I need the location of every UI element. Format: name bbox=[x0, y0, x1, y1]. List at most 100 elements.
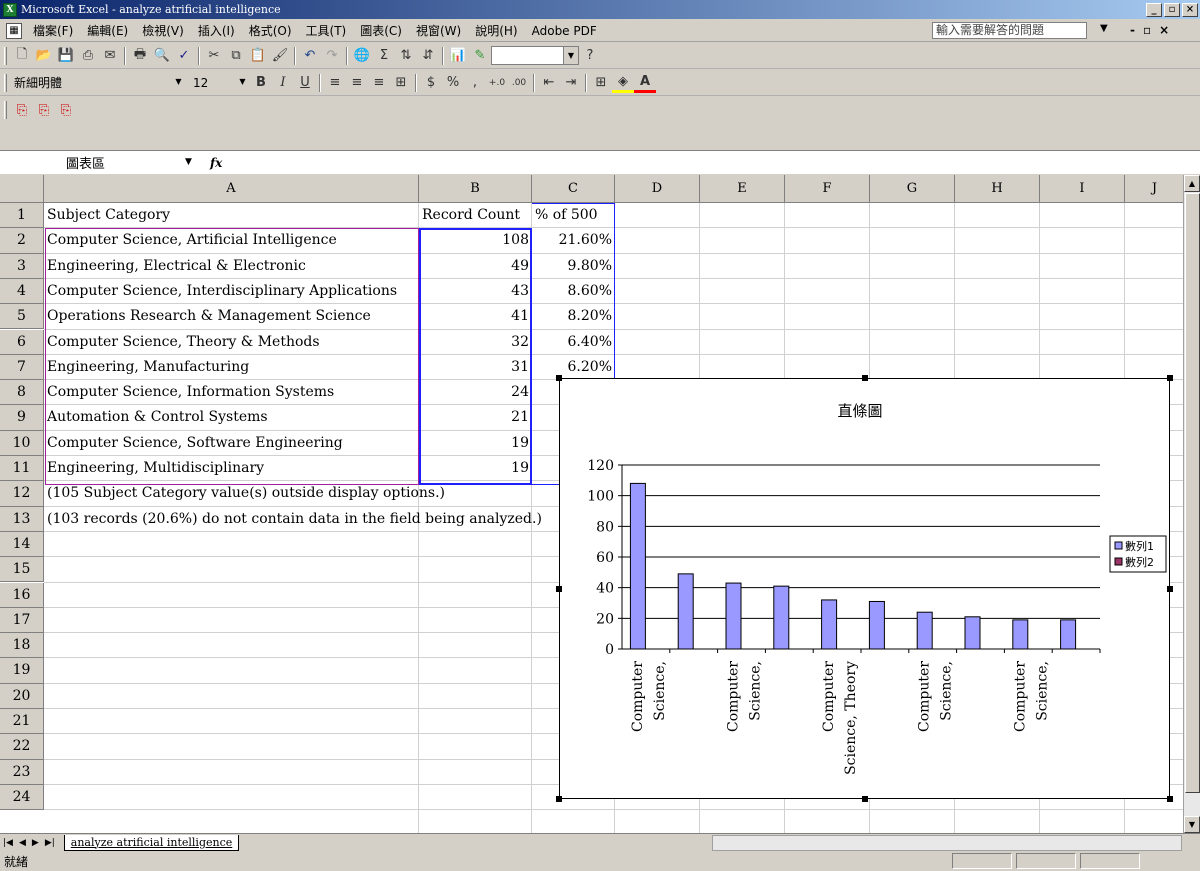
scroll-up-icon[interactable]: ▲ bbox=[1184, 175, 1200, 192]
cut-icon[interactable]: ✂ bbox=[203, 46, 225, 66]
menu-edit[interactable]: 編輯(E) bbox=[80, 22, 135, 39]
name-box-dropdown-icon[interactable]: ▼ bbox=[185, 157, 192, 167]
copy-icon[interactable]: ⧉ bbox=[225, 46, 247, 66]
percent-button[interactable]: % bbox=[442, 73, 464, 93]
undo-icon[interactable]: ↶ bbox=[299, 46, 321, 66]
help-icon[interactable]: ? bbox=[579, 46, 601, 66]
chart-handle-tl[interactable] bbox=[556, 375, 562, 381]
doc-minimize-button[interactable]: - bbox=[1130, 23, 1135, 37]
convert-pdf-review-icon[interactable]: ⎘ bbox=[55, 100, 77, 120]
workbook-icon[interactable]: ▦ bbox=[6, 22, 22, 39]
row-header-8[interactable]: 8 bbox=[0, 380, 44, 406]
row-header-15[interactable]: 15 bbox=[0, 557, 44, 583]
redo-icon[interactable]: ↷ bbox=[321, 46, 343, 66]
chart-handle-ml[interactable] bbox=[556, 586, 562, 592]
row-header-10[interactable]: 10 bbox=[0, 430, 44, 456]
name-box[interactable]: 圖表區 ▼ bbox=[0, 151, 200, 174]
sort-descending-icon[interactable]: ⇵ bbox=[417, 46, 439, 66]
menu-help[interactable]: 說明(H) bbox=[468, 22, 524, 39]
row-header-5[interactable]: 5 bbox=[0, 304, 44, 330]
first-sheet-icon[interactable]: |◀ bbox=[0, 838, 16, 848]
horizontal-scrollbar[interactable] bbox=[712, 835, 1182, 851]
fill-color-icon[interactable]: ◈ bbox=[612, 73, 634, 93]
paste-icon[interactable]: 📋 bbox=[247, 46, 269, 66]
menu-format[interactable]: 格式(O) bbox=[242, 22, 299, 39]
chart-handle-br[interactable] bbox=[1167, 796, 1173, 802]
convert-pdf-icon[interactable]: ⎘ bbox=[11, 100, 33, 120]
chart-handle-tr[interactable] bbox=[1167, 375, 1173, 381]
row-header-4[interactable]: 4 bbox=[0, 278, 44, 305]
menu-window[interactable]: 視窗(W) bbox=[409, 22, 468, 39]
column-header-g[interactable]: G bbox=[870, 175, 955, 203]
minimize-button[interactable]: _ bbox=[1146, 2, 1162, 17]
menu-insert[interactable]: 插入(I) bbox=[191, 22, 242, 39]
zoom-combo[interactable]: ▼ bbox=[491, 46, 579, 65]
borders-icon[interactable]: ⊞ bbox=[590, 73, 612, 93]
cell-a12[interactable]: (105 Subject Category value(s) outside d… bbox=[44, 481, 445, 506]
prev-sheet-icon[interactable]: ◀ bbox=[16, 838, 29, 848]
row-header-13[interactable]: 13 bbox=[0, 506, 44, 532]
insert-function-icon[interactable]: fx bbox=[210, 156, 222, 170]
row-header-22[interactable]: 22 bbox=[0, 734, 44, 760]
row-header-23[interactable]: 23 bbox=[0, 759, 44, 785]
row-header-9[interactable]: 9 bbox=[0, 405, 44, 431]
chart-handle-bl[interactable] bbox=[556, 796, 562, 802]
underline-button[interactable]: U bbox=[294, 73, 316, 93]
chart-handle-mr[interactable] bbox=[1167, 586, 1173, 592]
cell-a1[interactable]: Subject Category bbox=[44, 203, 419, 228]
autosum-icon[interactable]: Σ bbox=[373, 46, 395, 66]
permission-icon[interactable]: ⎙ bbox=[77, 46, 99, 66]
font-color-icon[interactable]: A bbox=[634, 73, 656, 93]
merge-center-icon[interactable]: ⊞ bbox=[390, 73, 412, 93]
comma-button[interactable]: , bbox=[464, 73, 486, 93]
open-icon[interactable]: 📂 bbox=[33, 46, 55, 66]
drawing-icon[interactable]: ✎ bbox=[469, 46, 491, 66]
font-size-combo[interactable]: 12 ▼ bbox=[190, 73, 250, 92]
decrease-decimal-icon[interactable]: .00 bbox=[508, 73, 530, 93]
cell-b1[interactable]: Record Count bbox=[419, 203, 532, 228]
font-name-combo[interactable]: 新細明體 ▼ bbox=[11, 73, 186, 92]
menu-adobe-pdf[interactable]: Adobe PDF bbox=[525, 24, 604, 38]
row-header-7[interactable]: 7 bbox=[0, 354, 44, 381]
help-search-input[interactable]: 輸入需要解答的問題 bbox=[932, 22, 1087, 39]
new-icon[interactable]: 🗋 bbox=[11, 46, 33, 66]
close-button[interactable]: × bbox=[1182, 2, 1198, 17]
row-header-16[interactable]: 16 bbox=[0, 582, 44, 608]
column-header-j[interactable]: J bbox=[1125, 175, 1185, 203]
column-header-b[interactable]: B bbox=[419, 175, 532, 203]
chart-area[interactable]: 直條圖 0 20 40 60 80 100 120 Computer Science, Comput… bbox=[559, 378, 1170, 799]
decrease-indent-icon[interactable]: ⇤ bbox=[538, 73, 560, 93]
row-header-2[interactable]: 2 bbox=[0, 228, 44, 254]
menu-file[interactable]: 檔案(F) bbox=[26, 22, 80, 39]
hyperlink-icon[interactable]: 🌐 bbox=[351, 46, 373, 66]
column-header-h[interactable]: H bbox=[955, 175, 1040, 203]
chart-handle-bm[interactable] bbox=[862, 796, 868, 802]
row-header-12[interactable]: 12 bbox=[0, 481, 44, 507]
increase-indent-icon[interactable]: ⇥ bbox=[560, 73, 582, 93]
currency-button[interactable]: $ bbox=[420, 73, 442, 93]
row-header-24[interactable]: 24 bbox=[0, 784, 44, 811]
vertical-scrollbar[interactable]: ▲ ▼ bbox=[1183, 175, 1200, 833]
column-header-a[interactable]: A bbox=[44, 175, 419, 203]
spelling-icon[interactable]: ✓ bbox=[173, 46, 195, 66]
maximize-button[interactable]: ▫ bbox=[1164, 2, 1180, 17]
align-center-icon[interactable]: ≡ bbox=[346, 73, 368, 93]
column-header-d[interactable]: D bbox=[615, 175, 700, 203]
chart-wizard-icon[interactable]: 📊 bbox=[447, 46, 469, 66]
convert-pdf-email-icon[interactable]: ⎘ bbox=[33, 100, 55, 120]
italic-button[interactable]: I bbox=[272, 73, 294, 93]
row-header-14[interactable]: 14 bbox=[0, 531, 44, 558]
email-icon[interactable]: ✉ bbox=[99, 46, 121, 66]
save-icon[interactable]: 💾 bbox=[55, 46, 77, 66]
next-sheet-icon[interactable]: ▶ bbox=[29, 838, 42, 848]
row-header-21[interactable]: 21 bbox=[0, 709, 44, 735]
align-left-icon[interactable]: ≡ bbox=[324, 73, 346, 93]
sort-ascending-icon[interactable]: ⇅ bbox=[395, 46, 417, 66]
doc-restore-button[interactable]: ▫ bbox=[1143, 23, 1151, 37]
menu-tools[interactable]: 工具(T) bbox=[299, 22, 354, 39]
excel-app-icon[interactable]: X bbox=[3, 2, 17, 17]
cell-a13[interactable]: (103 records (20.6%) do not contain data… bbox=[44, 507, 542, 532]
print-preview-icon[interactable]: 🔍 bbox=[151, 46, 173, 66]
select-all-corner[interactable] bbox=[0, 175, 44, 203]
align-right-icon[interactable]: ≡ bbox=[368, 73, 390, 93]
